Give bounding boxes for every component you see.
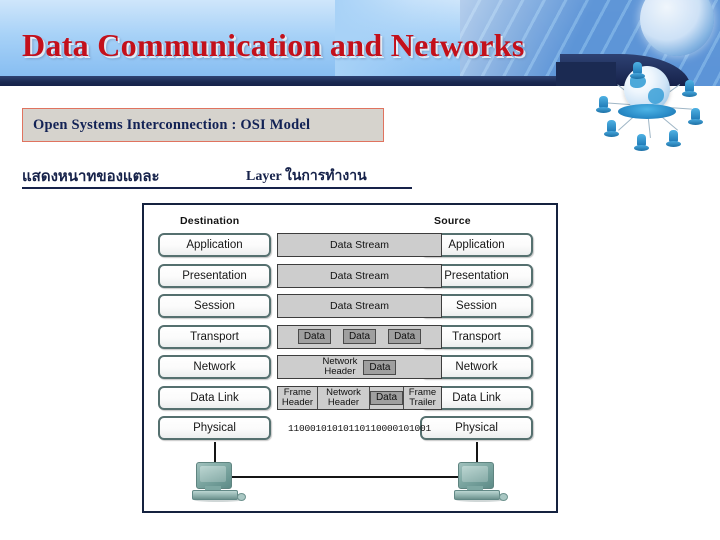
layer-box-destination-transport: Transport — [158, 324, 271, 349]
pdu-frame-cell: Frame Header — [278, 386, 318, 409]
network-cable — [232, 476, 458, 478]
subtitle-thai: แสดงหนาทของแตละ — [22, 169, 160, 185]
keyboard-icon — [192, 490, 238, 500]
layer-box-destination-data-link: Data Link — [158, 385, 271, 410]
pdu-frame-cell: Frame Trailer — [408, 386, 437, 408]
pdu-data-stream: Data Stream — [277, 233, 442, 257]
pdu-data-chip: Data — [297, 329, 331, 344]
network-node-icon — [630, 62, 645, 81]
topic-title-box: Open Systems Interconnection : OSI Model — [22, 108, 384, 142]
pdu-segments: Data Data Data — [277, 324, 442, 349]
destination-computer — [192, 462, 246, 502]
topic-title-label: Open Systems Interconnection : OSI Model — [33, 116, 311, 133]
pdu-frame-cell: Data — [369, 386, 404, 409]
layer-box-destination-session: Session — [158, 294, 271, 318]
network-node-icon — [688, 108, 703, 127]
network-node-icon — [682, 80, 697, 99]
keyboard-icon — [454, 490, 500, 500]
monitor-icon — [196, 462, 232, 489]
layer-box-destination-network: Network — [158, 355, 271, 379]
navy-divider-bar — [0, 76, 600, 86]
column-header-source: Source — [434, 215, 471, 227]
column-header-destination: Destination — [180, 215, 240, 227]
page-title: Data Communication and Networks — [22, 27, 525, 63]
osi-model-diagram: Destination Source Application Applicatio… — [142, 203, 558, 513]
globe-network-graphic — [582, 58, 714, 158]
device-stem — [214, 442, 216, 464]
pdu-data-chip: Data — [342, 329, 377, 344]
globe-base — [618, 104, 676, 119]
device-stem — [476, 442, 478, 464]
pdu-packet: Network Header Data — [277, 355, 442, 379]
network-node-icon — [604, 120, 619, 139]
mouse-icon — [499, 493, 508, 501]
pdu-frame-cell: Network Header — [318, 386, 370, 409]
network-node-icon — [596, 96, 611, 115]
layer-box-destination-presentation: Presentation — [158, 263, 271, 288]
source-computer — [454, 462, 508, 502]
pdu-frame: Frame Header Network Header Data Frame Trailer — [277, 385, 442, 410]
monitor-icon — [458, 462, 494, 489]
network-node-icon — [666, 130, 681, 149]
network-node-icon — [634, 134, 649, 153]
pdu-data-chip: Data — [369, 390, 404, 405]
pdu-bitstream: 11000101010110110000101001 — [287, 422, 432, 434]
layer-box-destination-physical: Physical — [158, 416, 271, 440]
pdu-network-header-label: Network Header — [322, 356, 358, 377]
keyboard-photo-circle — [650, 4, 696, 50]
pdu-data-chip: Data — [363, 359, 397, 375]
mouse-icon — [237, 493, 246, 501]
pdu-data-stream: Data Stream — [277, 294, 442, 318]
pdu-data-stream: Data Stream — [277, 263, 442, 288]
pdu-data-chip: Data — [388, 329, 422, 344]
layer-box-destination-application: Application — [158, 233, 271, 257]
subtitle-underlined: แสดงหนาทของแตละ Layer ในการทำงาน — [22, 163, 412, 189]
subtitle-english: Layer ในการทำงาน — [246, 169, 367, 184]
